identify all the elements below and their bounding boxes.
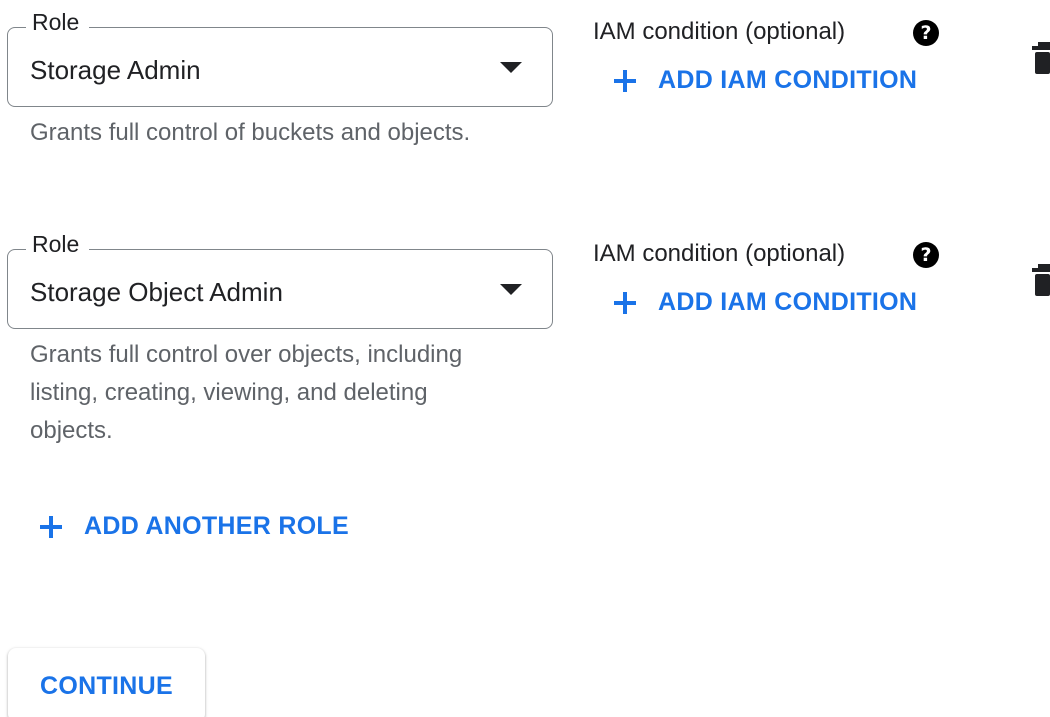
grant-access-panel: Role Storage Admin Grants full control o… xyxy=(0,0,1050,717)
role-select[interactable]: Role Storage Object Admin xyxy=(7,230,553,329)
role-field-label: Role xyxy=(26,230,90,258)
iam-condition-label: IAM condition (optional) xyxy=(593,240,846,267)
help-circle-icon[interactable]: ? xyxy=(913,242,939,268)
add-iam-condition-button[interactable]: ADD IAM CONDITION xyxy=(614,66,917,95)
role-select[interactable]: Role Storage Admin xyxy=(7,8,553,107)
help-circle-icon[interactable]: ? xyxy=(913,20,939,46)
add-iam-condition-button[interactable]: ADD IAM CONDITION xyxy=(614,288,917,317)
continue-label: CONTINUE xyxy=(40,672,173,700)
iam-condition-label: IAM condition (optional) xyxy=(593,18,846,45)
role-description: Grants full control over objects, includ… xyxy=(30,341,463,444)
dropdown-arrow-icon xyxy=(500,284,522,295)
role-selected-value: Storage Object Admin xyxy=(30,277,283,307)
add-another-role-button[interactable]: ADD ANOTHER ROLE xyxy=(40,512,349,541)
add-iam-condition-label: ADD IAM CONDITION xyxy=(658,66,918,94)
trash-icon[interactable] xyxy=(1032,42,1050,74)
role-field-label: Role xyxy=(26,8,90,36)
role-description: Grants full control of buckets and objec… xyxy=(30,119,471,146)
plus-icon xyxy=(40,515,62,538)
continue-button[interactable]: CONTINUE xyxy=(8,648,205,717)
add-another-role-label: ADD ANOTHER ROLE xyxy=(84,512,349,540)
dropdown-arrow-icon xyxy=(500,62,522,73)
plus-icon xyxy=(614,291,636,314)
add-iam-condition-label: ADD IAM CONDITION xyxy=(658,288,918,316)
plus-icon xyxy=(614,69,636,92)
trash-icon[interactable] xyxy=(1032,264,1050,296)
role-selected-value: Storage Admin xyxy=(30,55,201,85)
